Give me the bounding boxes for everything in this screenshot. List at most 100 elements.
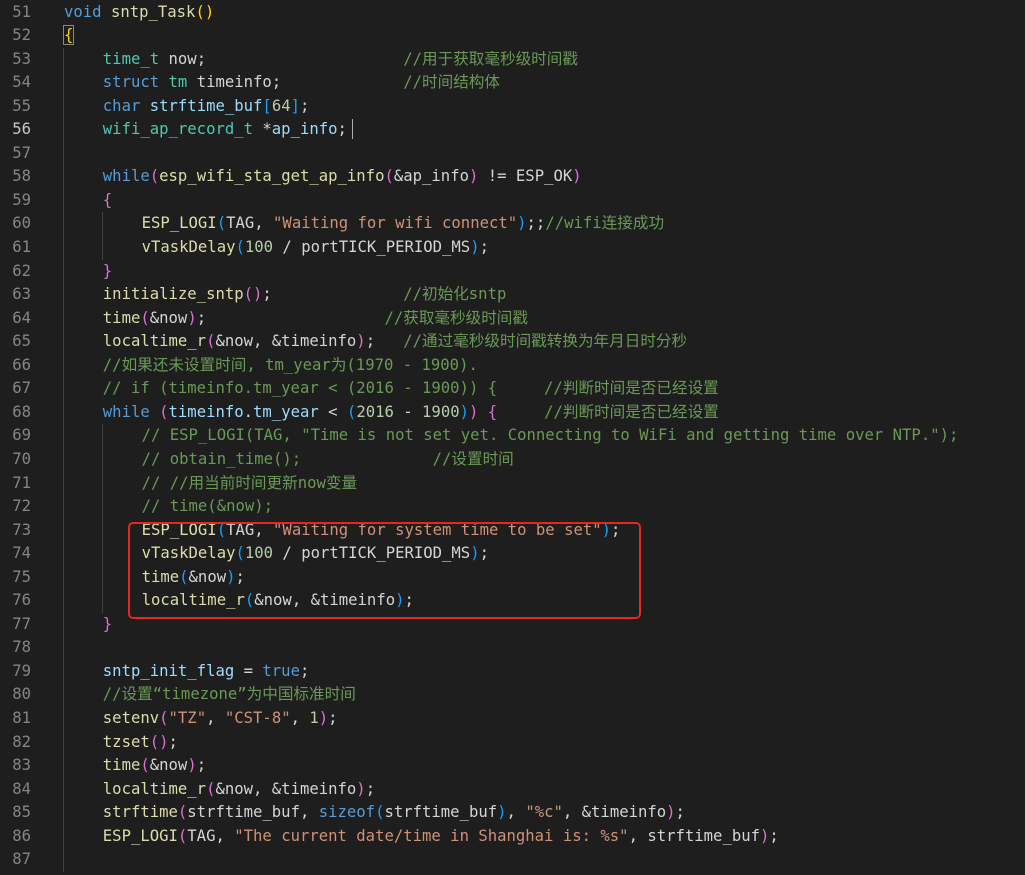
code-text[interactable]: ESP_LOGI(TAG, "The current date/time in … [103, 825, 779, 849]
code-text[interactable]: vTaskDelay(100 / portTICK_PERIOD_MS); [142, 236, 489, 260]
line-number: 57 [12, 143, 31, 162]
code-text[interactable]: setenv("TZ", "CST-8", 1); [103, 707, 338, 731]
code-token: strftime_buf [149, 96, 263, 115]
code-line[interactable]: 86 ESP_LOGI(TAG, "The current date/time i… [0, 825, 1025, 849]
code-text[interactable]: time(&now); [103, 754, 206, 778]
code-text[interactable]: // ESP_LOGI(TAG, "Time is not set yet. C… [142, 424, 959, 448]
code-line[interactable]: 72 // time(&now); [0, 495, 1025, 519]
code-token: "The current date/time in Shanghai is: %… [234, 826, 629, 845]
code-text[interactable]: { [62, 24, 75, 48]
code-line[interactable]: 79 sntp_init_flag = true; [0, 660, 1025, 684]
code-text[interactable]: sntp_init_flag = true; [103, 660, 310, 684]
code-token: ) [497, 803, 507, 822]
code-line[interactable]: 69 // ESP_LOGI(TAG, "Time is not set yet.… [0, 424, 1025, 448]
code-text[interactable]: // obtain_time(); //设置时间 [142, 448, 514, 472]
code-line[interactable]: 66 //如果还未设置时间, tm_year为(1970 - 1900). [0, 354, 1025, 378]
code-line[interactable]: 61 vTaskDelay(100 / portTICK_PERIOD_MS); [0, 236, 1025, 260]
code-line[interactable]: 52 { [0, 24, 1025, 48]
code-token: now; [159, 49, 404, 68]
code-token: ( [177, 826, 188, 845]
code-line[interactable]: 82 tzset(); [0, 731, 1025, 755]
code-line[interactable]: 71 // //用当前时间更新now变量 [0, 472, 1025, 496]
code-text[interactable]: char strftime_buf[64]; [103, 95, 310, 119]
code-text[interactable]: strftime(strftime_buf, sizeof(strftime_b… [103, 801, 685, 825]
code-line[interactable]: 67 // if (timeinfo.tm_year < (2016 - 1900… [0, 377, 1025, 401]
code-line[interactable]: 80 //设置“timezone”为中国标准时间 [0, 683, 1025, 707]
code-line[interactable]: 84 localtime_r(&now, &timeinfo); [0, 778, 1025, 802]
code-token: () [195, 2, 215, 21]
code-token: ) [318, 709, 329, 727]
code-text[interactable]: // //用当前时间更新now变量 [142, 472, 357, 496]
code-text[interactable]: localtime_r(&now, &timeinfo); [103, 778, 375, 802]
code-line[interactable]: 83 time(&now); [0, 754, 1025, 778]
code-token: ( [384, 167, 394, 186]
code-token: ) [470, 238, 480, 256]
code-line[interactable]: 53 time_t now; //用于获取毫秒级时间戳 [0, 48, 1025, 72]
code-line[interactable]: 54 struct tm timeinfo; //时间结构体 [0, 71, 1025, 95]
code-text[interactable]: //如果还未设置时间, tm_year为(1970 - 1900). [103, 354, 478, 378]
code-token: 1900 [422, 402, 460, 421]
code-token: tm_year [253, 402, 319, 421]
code-line[interactable]: 87 [0, 848, 1025, 872]
code-text[interactable]: time(&now); //获取毫秒级时间戳 [103, 307, 528, 331]
code-token: ; [479, 238, 489, 256]
code-line[interactable]: 70 // obtain_time(); //设置时间 [0, 448, 1025, 472]
code-token: ) [469, 402, 479, 421]
code-line[interactable]: 55 char strftime_buf[64]; [0, 95, 1025, 119]
code-line[interactable]: 78 [0, 636, 1025, 660]
code-line[interactable]: 85 strftime(strftime_buf, sizeof(strftime… [0, 801, 1025, 825]
code-line[interactable]: 51 void sntp_Task() [0, 1, 1025, 25]
code-text[interactable]: tzset(); [103, 731, 178, 755]
code-line[interactable]: 63 initialize_sntp(); //初始化sntp [0, 283, 1025, 307]
code-token: timeinfo [168, 402, 244, 421]
code-line[interactable]: 60 ESP_LOGI(TAG, "Waiting for wifi connec… [0, 212, 1025, 236]
code-text[interactable]: // time(&now); [142, 495, 273, 519]
code-token: ) [459, 402, 469, 421]
code-text[interactable]: wifi_ap_record_t *ap_info; [103, 118, 347, 142]
line-number: 76 [12, 591, 31, 610]
code-token: ; [337, 120, 347, 139]
code-text[interactable]: initialize_sntp(); //初始化sntp [103, 283, 507, 307]
code-text[interactable]: { [103, 189, 112, 213]
code-line[interactable]: 56 wifi_ap_record_t *ap_info; [0, 118, 1025, 142]
code-token: ; [196, 308, 385, 327]
line-number: 84 [12, 779, 31, 798]
code-text[interactable]: } [103, 260, 112, 284]
code-token: localtime_r [102, 779, 207, 798]
code-token: // obtain_time(); //设置时间 [141, 449, 514, 468]
line-number: 62 [12, 261, 31, 280]
line-number: 81 [12, 709, 31, 727]
code-text[interactable]: struct tm timeinfo; //时间结构体 [103, 71, 500, 95]
code-text[interactable]: //设置“timezone”为中国标准时间 [103, 683, 356, 707]
code-line[interactable]: 65 localtime_r(&now, &timeinfo); //通过毫秒级时… [0, 330, 1025, 354]
code-token: { [102, 190, 113, 209]
code-line[interactable]: 81 setenv("TZ", "CST-8", 1); [0, 707, 1025, 731]
code-token: 100 [244, 238, 274, 256]
code-token: ; [675, 803, 685, 822]
code-editor[interactable]: 51 void sntp_Task() 52{53 time_t now; //用于获… [0, 0, 1025, 875]
code-text[interactable]: while (timeinfo.tm_year < (2016 - 1900))… [103, 401, 719, 425]
code-text[interactable]: ESP_LOGI(TAG, "Waiting for wifi connect"… [142, 212, 664, 236]
code-token: &now [149, 308, 188, 327]
code-line[interactable]: 59 { [0, 189, 1025, 213]
code-token: // //用当前时间更新now变量 [141, 473, 358, 492]
code-line[interactable]: 68 while (timeinfo.tm_year < (2016 - 1900… [0, 401, 1025, 425]
code-text[interactable]: } [103, 613, 112, 637]
code-token: ; [365, 332, 404, 351]
line-number: 51 [12, 2, 31, 21]
code-text[interactable]: while(esp_wifi_sta_get_ap_info(&ap_info)… [103, 165, 582, 189]
code-line[interactable]: 58 while(esp_wifi_sta_get_ap_info(&ap_inf… [0, 165, 1025, 189]
code-text[interactable]: localtime_r(&now, &timeinfo); //通过毫秒级时间戳… [103, 330, 687, 354]
code-text[interactable]: time_t now; //用于获取毫秒级时间戳 [103, 48, 578, 72]
code-token: * [253, 120, 272, 139]
code-token: } [102, 261, 113, 280]
code-token: &ap_info [393, 167, 469, 186]
code-line[interactable]: 57 [0, 142, 1025, 166]
code-text[interactable]: void sntp_Task() [64, 1, 214, 25]
code-text[interactable]: // if (timeinfo.tm_year < (2016 - 1900))… [103, 377, 719, 401]
code-line[interactable]: 62} [0, 260, 1025, 284]
code-token: , &timeinfo [562, 803, 667, 822]
code-line[interactable]: 64 time(&now); //获取毫秒级时间戳 [0, 307, 1025, 331]
line-number: 77 [12, 614, 31, 633]
